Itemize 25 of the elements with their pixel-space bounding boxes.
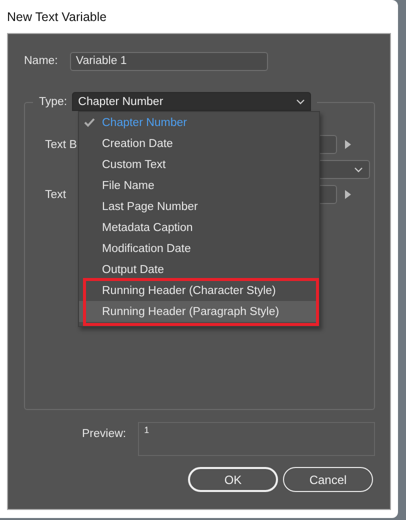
preview-label: Preview:	[82, 428, 126, 440]
window-title: New Text Variable	[7, 10, 107, 24]
option-label: Text B	[45, 138, 77, 150]
checkmark-icon	[84, 118, 95, 127]
menu-item[interactable]: Running Header (Paragraph Style)	[79, 301, 319, 322]
cancel-button[interactable]: Cancel	[283, 467, 373, 492]
menu-item[interactable]: Modification Date	[79, 238, 319, 259]
menu-item[interactable]: Custom Text	[79, 154, 319, 175]
ok-button[interactable]: OK	[188, 467, 278, 492]
chevron-down-icon	[354, 166, 363, 172]
triangle-right-icon	[345, 190, 351, 199]
preview-box: 1	[138, 422, 375, 456]
type-label: Type:	[39, 96, 68, 108]
name-field[interactable]: Variable 1	[70, 52, 268, 70]
type-select[interactable]: Chapter Number	[72, 92, 312, 111]
menu-item[interactable]: File Name	[79, 175, 319, 196]
triangle-right-icon	[345, 140, 351, 149]
chevron-down-icon	[296, 98, 306, 104]
option-label: Text	[45, 188, 66, 200]
menu-item[interactable]: Running Header (Character Style)	[79, 280, 319, 301]
menu-item[interactable]: Creation Date	[79, 133, 319, 154]
menu-item[interactable]: Metadata Caption	[79, 217, 319, 238]
name-label: Name:	[24, 55, 58, 67]
menu-item[interactable]: Output Date	[79, 259, 319, 280]
menu-item[interactable]: Last Page Number	[79, 196, 319, 217]
